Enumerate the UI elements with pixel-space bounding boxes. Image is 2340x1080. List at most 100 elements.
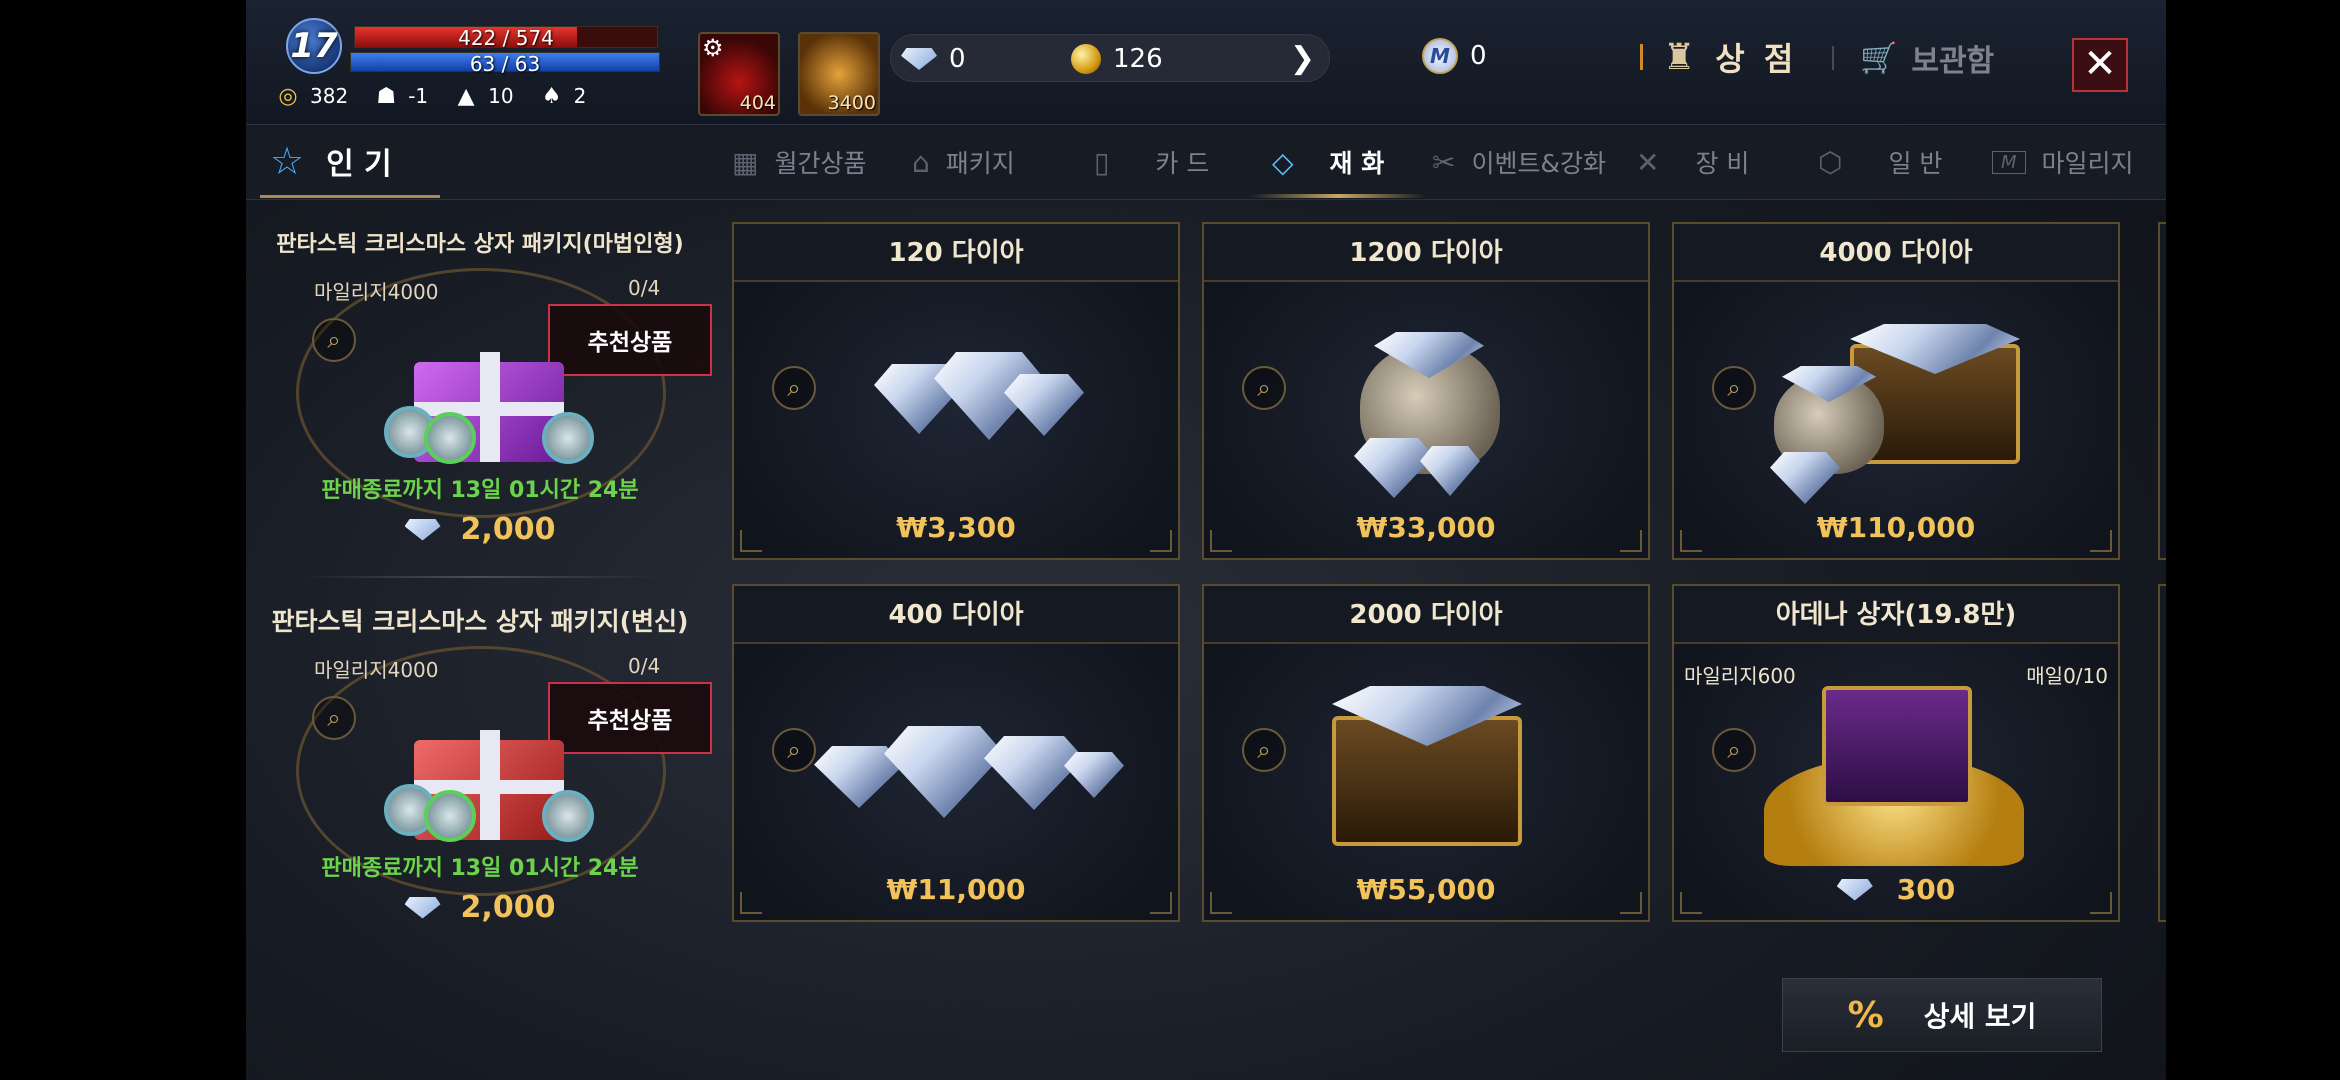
level-badge: 17 [286, 18, 342, 74]
mp-bar: 63 / 63 [350, 52, 660, 76]
potion-count: 404 [739, 92, 776, 114]
diamond-amount: 0 [949, 44, 966, 74]
tab-label: 패키지 [945, 149, 1015, 178]
product-card[interactable]: 400 다이아 ⌕ ₩11,000 [732, 584, 1180, 922]
close-button[interactable]: ✕ [2072, 38, 2128, 92]
product-card[interactable]: 4000 다이아 ⌕ ₩110,000 [1672, 222, 2120, 560]
promo-price-value: 2,000 [460, 890, 556, 925]
category-tab-row: ☆ 인 기 ▦ 월간상품 ⌂ 패키지 ▯ 카 드 ◇ 재 화 ✂ 이벤트&강화 … [246, 126, 2166, 200]
box-icon: ⬡ [1818, 145, 1843, 179]
tab-currency[interactable]: ◇ 재 화 [1272, 126, 1384, 198]
swords-icon: ✕ [1636, 145, 1660, 179]
gold-currency: 126 [1071, 35, 1163, 83]
product-card[interactable]: 120 다이아 ⌕ ₩3,300 [732, 222, 1180, 560]
gold-ring-icon: ◎ [278, 83, 298, 109]
tab-label: 일 반 [1888, 149, 1943, 178]
tab-monthly[interactable]: ▦ 월간상품 [732, 126, 866, 198]
tab-event-enhance[interactable]: ✂ 이벤트&강화 [1432, 126, 1606, 198]
product-title: 2000 다이아 [1204, 586, 1648, 644]
tab-equipment[interactable]: ✕ 장 비 [1636, 126, 1749, 198]
stat-value: -1 [408, 84, 429, 108]
stat-value: 10 [488, 84, 514, 108]
tools-icon: ✂ [1432, 145, 1456, 179]
stat-value: 2 [573, 84, 587, 108]
featured-promos: 판타스틱 크리스마스 상자 패키지(마법인형) 마일리지4000 0/4 ⌕ 추… [260, 200, 712, 960]
game-shop-screen: 17 422 / 574 63 / 63 ◎ 382 ☗ -1 ▲ 10 ♠ 2 ⚙ 4… [246, 0, 2166, 1080]
mileage-coin-icon: M [1422, 38, 1458, 74]
tab-label: 장 비 [1695, 149, 1750, 178]
product-price: ₩3,300 [896, 511, 1016, 544]
magnify-icon[interactable]: ⌕ [1712, 366, 1756, 410]
potion-slot[interactable]: ⚙ 404 [698, 32, 780, 116]
diamond-icon [404, 518, 441, 541]
coin-image [424, 412, 476, 464]
active-tab-underline [1250, 194, 1426, 198]
coin-image [542, 412, 594, 464]
currency-pill[interactable]: 0 126 ❯ [890, 34, 1330, 82]
level-value: 17 [290, 26, 338, 66]
mp-text: 63 / 63 [469, 52, 541, 76]
purple-gift-box-image [384, 342, 594, 466]
promo-price: 2,000 [260, 512, 700, 547]
frame-corner [2090, 530, 2112, 552]
top-bar: 17 422 / 574 63 / 63 ◎ 382 ☗ -1 ▲ 10 ♠ 2 ⚙ 4… [246, 0, 2166, 125]
promo-title: 판타스틱 크리스마스 상자 패키지(변신) [271, 607, 689, 636]
coin-image [542, 790, 594, 842]
gift-ribbon [414, 402, 564, 416]
magnify-icon[interactable]: ⌕ [1242, 366, 1286, 410]
magnify-icon[interactable]: ⌕ [312, 318, 356, 362]
gear-icon[interactable]: ⚙ [702, 34, 724, 62]
promo-mileage: 마일리지4000 [314, 280, 439, 304]
magnify-icon[interactable]: ⌕ [1712, 728, 1756, 772]
tab-mileage[interactable]: M 마일리지 [1992, 126, 2134, 198]
tab-label: 카 드 [1155, 149, 1210, 178]
chevron-right-icon[interactable]: ❯ [1290, 41, 1315, 76]
gold-coin-icon [1071, 44, 1101, 74]
promo-card[interactable]: 판타스틱 크리스마스 상자 패키지(마법인형) 마일리지4000 0/4 ⌕ 추… [260, 200, 712, 578]
product-price: ₩11,000 [886, 873, 1026, 906]
frame-corner [1620, 892, 1642, 914]
product-card[interactable]: 아데나 상자(19.8만) 마일리지600 매일0/10 ⌕ 300 [1672, 584, 2120, 922]
tab-card[interactable]: ▯ 카 드 [1094, 126, 1209, 198]
mileage-icon: M [1992, 150, 2026, 174]
stat-helmet: ☗ -1 [374, 83, 429, 109]
magnify-icon[interactable]: ⌕ [1242, 728, 1286, 772]
promo-limit: 0/4 [628, 654, 661, 678]
frame-corner [1210, 892, 1232, 914]
stat-value: 382 [310, 84, 349, 108]
stat-winged-hat: ♠ 2 [540, 84, 587, 109]
product-card[interactable]: 2000 다이아 ⌕ ₩55,000 [1202, 584, 1650, 922]
gift-ribbon [414, 780, 564, 794]
diamond-icon [901, 48, 937, 70]
coin-image [424, 790, 476, 842]
promo-price: 2,000 [260, 890, 700, 925]
view-details-button[interactable]: % 상세 보기 [1782, 978, 2102, 1052]
shop-label: 상 점 [1715, 40, 1798, 78]
frame-corner [740, 892, 762, 914]
magnify-icon[interactable]: ⌕ [772, 728, 816, 772]
red-gift-box-image [384, 720, 594, 844]
promo-mileage: 마일리지4000 [314, 658, 439, 682]
view-details-label: 상세 보기 [1923, 1000, 2037, 1033]
magnify-icon[interactable]: ⌕ [312, 696, 356, 740]
storage-tab-link[interactable]: 🛒 보관함 [1832, 36, 1994, 80]
product-grid: 120 다이아 ⌕ ₩3,300 1200 다이아 ⌕ ₩33,000 4000… [722, 200, 2166, 960]
stat-gold-ring: ◎ 382 [276, 83, 349, 109]
helmet-icon: ☗ [376, 83, 397, 109]
feather-slot[interactable]: 3400 [798, 32, 880, 116]
mileage-amount: 0 [1470, 41, 1487, 71]
magnify-icon[interactable]: ⌕ [772, 366, 816, 410]
tab-popular-label: 인 기 [326, 146, 392, 182]
promo-card[interactable]: 판타스틱 크리스마스 상자 패키지(변신) 마일리지4000 0/4 ⌕ 추천상… [260, 578, 712, 948]
product-price: 300 [1674, 873, 2118, 906]
tab-popular[interactable]: ☆ 인 기 [260, 126, 440, 198]
promo-limit: 0/4 [628, 276, 661, 300]
shop-tab-link[interactable]: ♜ 상 점 [1640, 34, 1797, 80]
tab-package[interactable]: ⌂ 패키지 [912, 126, 1015, 198]
star-icon: ☆ [270, 138, 305, 183]
product-card[interactable]: 1200 다이아 ⌕ ₩33,000 [1202, 222, 1650, 560]
product-title: 4000 다이아 [1674, 224, 2118, 282]
diamond-currency: 0 [901, 35, 966, 83]
product-title: 1200 다이아 [1204, 224, 1648, 282]
tab-general[interactable]: ⬡ 일 반 [1818, 126, 1942, 198]
